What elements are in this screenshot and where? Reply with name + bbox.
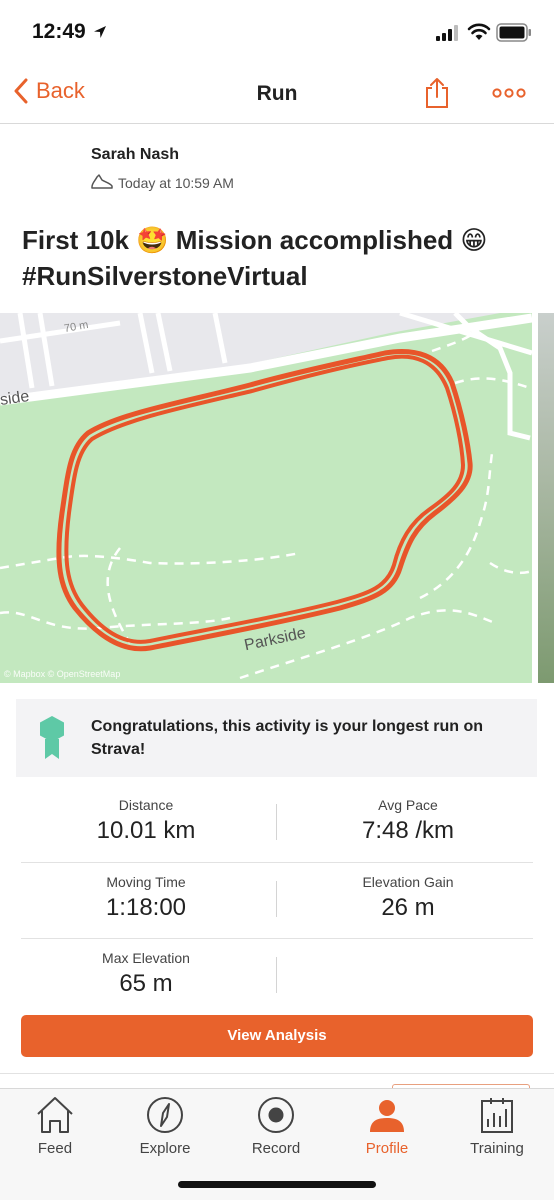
stats-grid: Distance 10.01 km Avg Pace 7:48 /km Movi… [21,786,533,1014]
wifi-icon [467,23,491,40]
activity-date: Today at 10:59 AM [118,175,234,191]
tab-label: Explore [139,1140,191,1157]
view-analysis-button[interactable]: View Analysis [21,1015,533,1057]
stat-label: Distance [118,797,174,813]
activity-title: First 10k 🤩 Mission accomplished 😁 #RunS… [22,225,488,291]
tab-label: Training [470,1140,524,1157]
stat-label: Max Elevation [102,950,190,966]
tab-profile[interactable]: Profile [332,1095,442,1157]
avatar[interactable] [20,132,78,190]
run-shoe-icon [91,174,113,189]
cellular-signal-icon [436,25,458,41]
photo-thumbnail-peek[interactable] [538,313,554,683]
training-icon [481,1098,513,1133]
route-map[interactable]: Parkside side 70 m © Mapbox © OpenStreet… [0,313,532,683]
stat-divider [276,957,277,993]
stat-moving-time: Moving Time 1:18:00 [21,863,271,922]
back-label: Back [36,78,85,103]
stat-value: 1:18:00 [105,894,187,921]
stat-value: 65 m [119,970,173,997]
tab-feed[interactable]: Feed [0,1095,110,1157]
stat-divider [276,804,277,840]
tab-label: Feed [37,1140,73,1157]
tab-explore[interactable]: Explore [110,1095,220,1157]
stat-avg-pace: Avg Pace 7:48 /km [283,786,533,845]
section-divider [0,1073,554,1074]
battery-icon [496,23,531,42]
compass-icon [147,1097,183,1133]
status-time: 12:49 [32,20,86,43]
stat-distance: Distance 10.01 km [21,786,271,845]
stat-value: 7:48 /km [361,817,455,844]
map-graphic [0,313,532,683]
stat-elevation-gain: Elevation Gain 26 m [283,863,533,922]
location-arrow-icon [94,26,106,38]
achievement-banner: Congratulations, this activity is your l… [16,699,537,777]
nav-bar: Back Run [0,64,554,124]
medal-icon [40,716,64,759]
back-button[interactable]: Back [14,78,85,104]
tab-training[interactable]: Training [442,1095,552,1157]
tab-record[interactable]: Record [221,1095,331,1157]
stat-row: Moving Time 1:18:00 Elevation Gain 26 m [21,862,533,938]
stat-row: Distance 10.01 km Avg Pace 7:48 /km [21,786,533,862]
home-indicator[interactable] [178,1181,376,1188]
athlete-name[interactable]: Sarah Nash [91,146,179,164]
stat-max-elevation: Max Elevation 65 m [21,939,271,998]
stat-value: 26 m [381,894,435,921]
chevron-left-icon [14,78,28,104]
stat-divider [276,881,277,917]
stat-label: Moving Time [106,874,186,890]
more-options-icon[interactable] [492,87,526,99]
home-icon [37,1097,73,1133]
profile-icon [370,1100,404,1132]
record-icon [258,1097,294,1133]
share-icon[interactable] [423,77,451,109]
stat-label: Avg Pace [378,797,438,813]
stat-value: 10.01 km [96,817,196,844]
status-bar: 12:49 [0,0,554,64]
tab-label: Record [251,1140,301,1157]
achievement-text: Congratulations, this activity is your l… [91,718,484,758]
tab-label: Profile [365,1140,409,1157]
stat-label: Elevation Gain [362,874,454,890]
map-attribution: © Mapbox © OpenStreetMap [4,669,121,679]
stat-row: Max Elevation 65 m [21,938,533,1014]
